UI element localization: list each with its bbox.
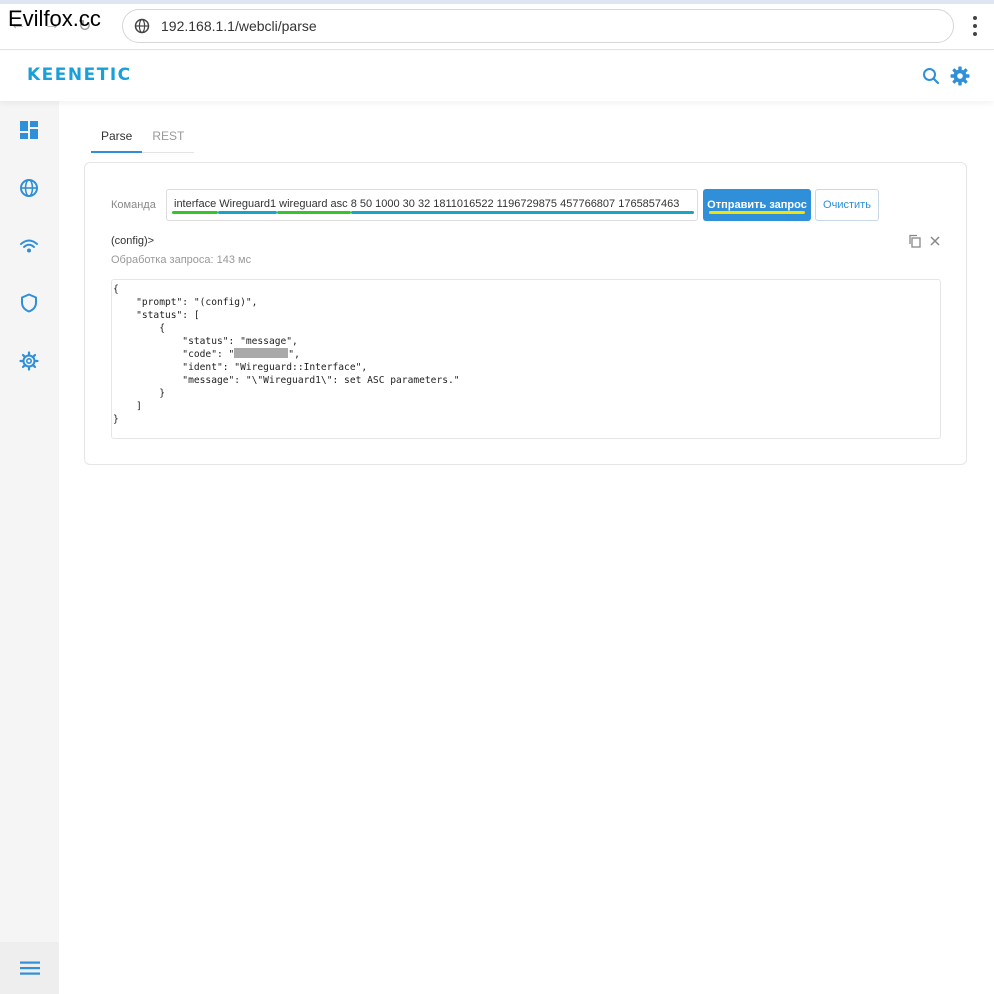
clear-button[interactable]: Очистить bbox=[815, 189, 879, 221]
parse-card: Команда interface Wireguard1 wireguard a… bbox=[84, 162, 967, 465]
json-line: ", bbox=[288, 349, 300, 360]
result-timing: Обработка запроса: 143 мс bbox=[111, 254, 252, 266]
send-request-button[interactable]: Отправить запрос bbox=[703, 189, 811, 221]
annotation-underline-teal-1 bbox=[218, 211, 277, 214]
json-line: { bbox=[113, 323, 165, 334]
command-input[interactable]: interface Wireguard1 wireguard asc 8 50 … bbox=[166, 189, 698, 221]
management-gear-icon[interactable] bbox=[18, 350, 40, 372]
sidebar bbox=[0, 101, 59, 994]
settings-gear-icon[interactable] bbox=[950, 66, 970, 91]
url-text: 192.168.1.1/webcli/parse bbox=[161, 18, 317, 34]
json-line: "ident": "Wireguard::Interface", bbox=[113, 362, 368, 373]
result-prompt: (config)> bbox=[111, 235, 155, 247]
browser-top-line bbox=[0, 0, 994, 4]
json-line: "code": " bbox=[113, 349, 235, 360]
command-label: Команда bbox=[111, 199, 156, 211]
browser-chrome: ← → ↻ 192.168.1.1/webcli/parse bbox=[0, 0, 994, 50]
json-line: "status": "message", bbox=[113, 336, 298, 347]
wifi-icon[interactable] bbox=[18, 235, 40, 257]
annotation-underline-green-2 bbox=[277, 211, 351, 214]
annotation-underline-green-1 bbox=[172, 211, 218, 214]
json-line: "message": "\"Wireguard1\": set ASC para… bbox=[113, 375, 460, 386]
annotation-underline-teal-2 bbox=[351, 211, 694, 214]
site-info-icon[interactable] bbox=[133, 17, 151, 35]
json-line: ] bbox=[113, 401, 142, 412]
copy-icon[interactable] bbox=[908, 234, 921, 253]
json-line: } bbox=[113, 414, 119, 425]
dashboard-icon[interactable] bbox=[18, 119, 40, 141]
tab-parse[interactable]: Parse bbox=[91, 125, 143, 153]
json-line: "prompt": "(config)", bbox=[113, 297, 258, 308]
json-line: { bbox=[113, 284, 119, 295]
annotation-underline-yellow bbox=[709, 211, 805, 214]
hamburger-icon bbox=[19, 961, 40, 975]
result-output[interactable]: { "prompt": "(config)", "status": [ { "s… bbox=[111, 279, 941, 439]
security-shield-icon[interactable] bbox=[18, 292, 40, 314]
tab-bar: Parse REST bbox=[91, 125, 195, 153]
redacted-code bbox=[234, 348, 289, 358]
sidebar-menu-toggle[interactable] bbox=[0, 942, 59, 994]
app-header: KEENETIC bbox=[0, 51, 994, 101]
search-icon[interactable] bbox=[922, 67, 940, 90]
close-icon[interactable] bbox=[929, 234, 941, 252]
address-bar[interactable]: 192.168.1.1/webcli/parse bbox=[122, 9, 954, 43]
main-content: Parse REST Команда interface Wireguard1 … bbox=[59, 101, 994, 994]
json-line: "status": [ bbox=[113, 310, 200, 321]
watermark-text: Evilfox.cc bbox=[8, 6, 101, 31]
browser-menu-icon[interactable] bbox=[972, 16, 978, 36]
json-output: { "prompt": "(config)", "status": [ { "s… bbox=[113, 283, 940, 426]
header-actions bbox=[922, 66, 970, 91]
internet-globe-icon[interactable] bbox=[18, 177, 40, 199]
json-line: } bbox=[113, 388, 165, 399]
keenetic-logo[interactable]: KEENETIC bbox=[27, 65, 132, 85]
tab-rest[interactable]: REST bbox=[142, 125, 195, 153]
